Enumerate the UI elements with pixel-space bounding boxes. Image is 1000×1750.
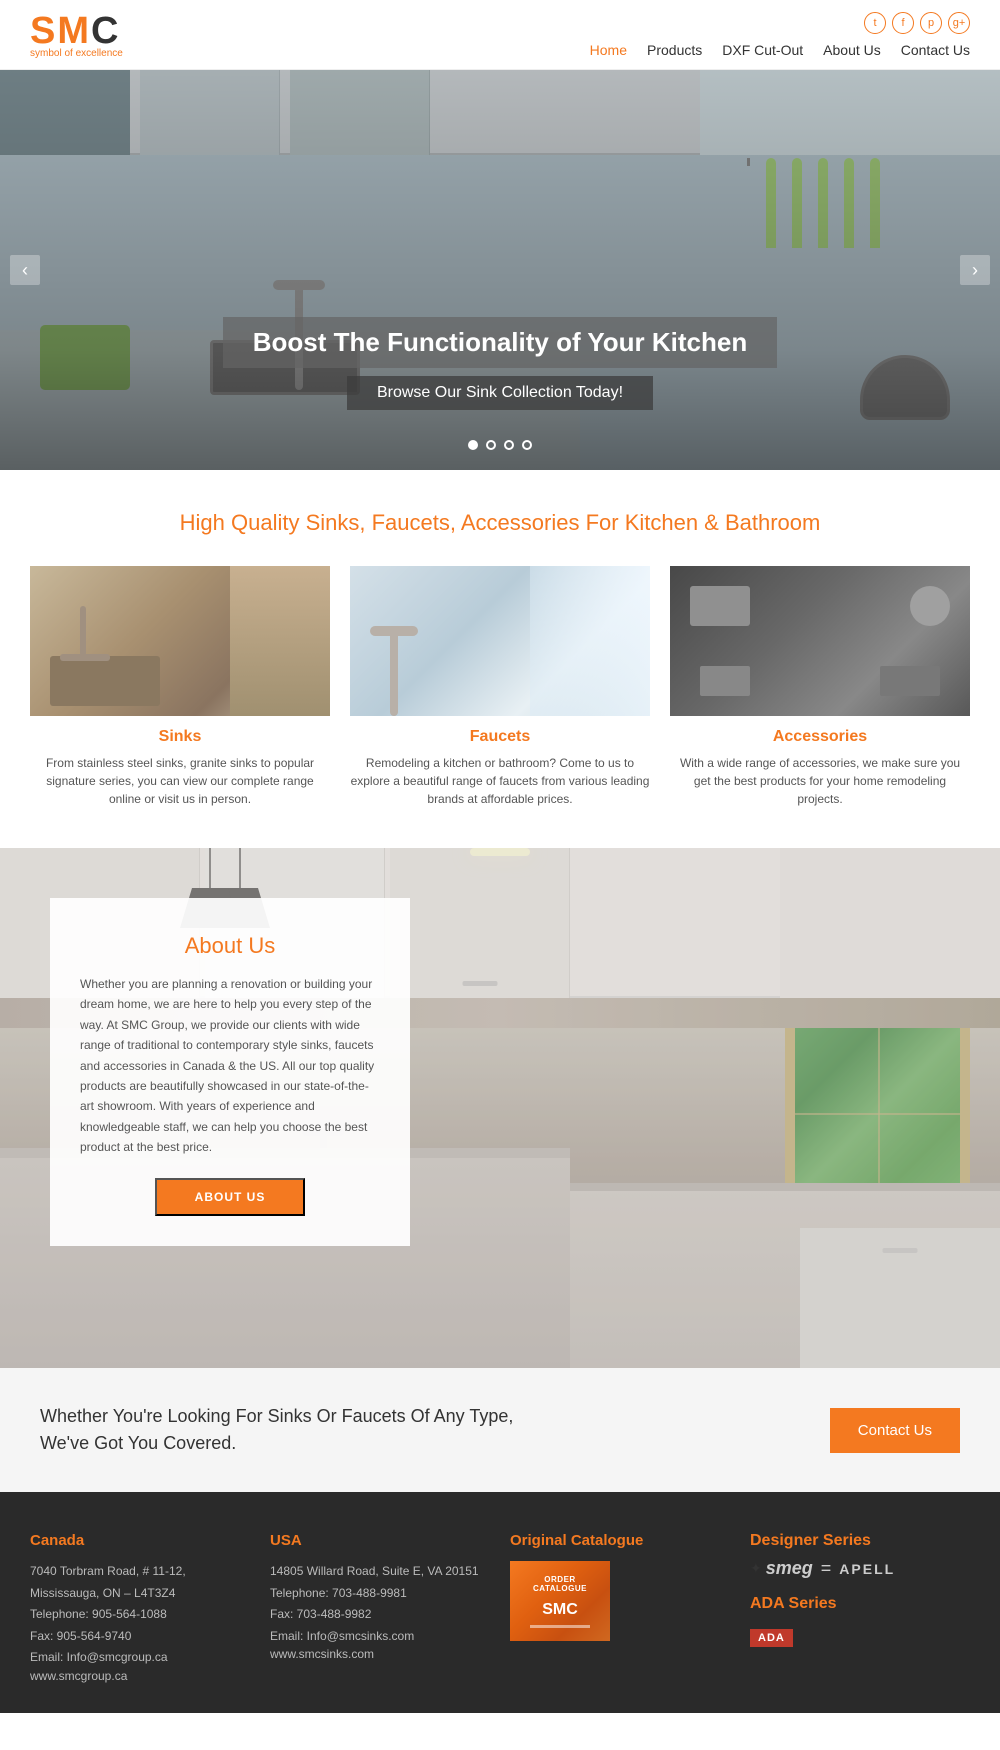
product-card-accessories: Accessories With a wide range of accesso… <box>670 566 970 808</box>
faucets-name: Faucets <box>350 728 650 746</box>
apell-text: APELL <box>839 1561 895 1577</box>
google-plus-icon[interactable]: g+ <box>948 12 970 34</box>
logo-subtitle: symbol of excellence <box>30 48 123 59</box>
footer-usa-website[interactable]: www.smcsinks.com <box>270 1647 490 1661</box>
acc-4 <box>880 666 940 696</box>
footer-canada-email: Email: Info@smcgroup.ca <box>30 1647 250 1669</box>
about-card: About Us Whether you are planning a reno… <box>50 898 410 1246</box>
accessories-name: Accessories <box>670 728 970 746</box>
footer-usa-email: Email: Info@smcsinks.com <box>270 1626 490 1648</box>
equals-icon: = <box>821 1558 832 1579</box>
contact-us-button[interactable]: Contact Us <box>830 1408 960 1453</box>
hero-dots <box>468 440 532 450</box>
smeg-star-icon: ✦ <box>750 1560 762 1577</box>
footer-catalogue-title: Original Catalogue <box>510 1532 730 1549</box>
footer-catalogue: Original Catalogue ORDER CATALOGUE SMC <box>510 1532 730 1683</box>
accessories-image <box>670 566 970 716</box>
logo-c: C <box>91 10 120 52</box>
faucet-tall <box>390 626 398 716</box>
wood-counter <box>230 566 330 716</box>
sinks-name: Sinks <box>30 728 330 746</box>
cta-section: Whether You're Looking For Sinks Or Fauc… <box>0 1368 1000 1492</box>
acc-1 <box>690 586 750 626</box>
footer-canada-phone: Telephone: 905-564-1088 <box>30 1604 250 1626</box>
quality-section: High Quality Sinks, Faucets, Accessories… <box>0 470 1000 848</box>
designer-series-label: Designer Series <box>750 1532 970 1550</box>
hero-section: Boost The Functionality of Your Kitchen … <box>0 70 1000 470</box>
about-card-title: About Us <box>80 933 380 959</box>
nav-about[interactable]: About Us <box>823 42 881 58</box>
hero-dot-4[interactable] <box>522 440 532 450</box>
smeg-text: smeg <box>766 1558 813 1579</box>
logo: SMC symbol of excellence <box>30 10 123 59</box>
faucet-small <box>80 606 86 656</box>
acc-2 <box>910 586 950 626</box>
footer-canada-address: 7040 Torbram Road, # 11-12, Mississauga,… <box>30 1561 250 1604</box>
about-card-text: Whether you are planning a renovation or… <box>80 974 380 1158</box>
hero-subtitle-box: Browse Our Sink Collection Today! <box>347 376 653 410</box>
ada-badge: ADA <box>750 1629 793 1647</box>
facebook-icon[interactable]: f <box>892 12 914 34</box>
accessories-desc: With a wide range of accessories, we mak… <box>670 754 970 808</box>
hero-title: Boost The Functionality of Your Kitchen <box>253 327 747 358</box>
sinks-image <box>30 566 330 716</box>
hero-arrow-left[interactable]: ‹ <box>10 255 40 285</box>
footer-usa: USA 14805 Willard Road, Suite E, VA 2015… <box>270 1532 490 1683</box>
product-card-sinks: Sinks From stainless steel sinks, granit… <box>30 566 330 808</box>
social-icons: t f p g+ <box>864 12 970 34</box>
main-nav: Home Products DXF Cut-Out About Us Conta… <box>590 42 970 58</box>
footer-usa-title: USA <box>270 1532 490 1549</box>
header: SMC symbol of excellence t f p g+ Home P… <box>0 0 1000 70</box>
hero-overlay <box>0 70 1000 470</box>
footer-usa-phone: Telephone: 703-488-9981 <box>270 1583 490 1605</box>
cta-text: Whether You're Looking For Sinks Or Fauc… <box>40 1403 520 1457</box>
ada-series-label: ADA Series <box>750 1595 970 1613</box>
products-grid: Sinks From stainless steel sinks, granit… <box>30 566 970 808</box>
catalogue-brand: SMC <box>542 1601 578 1619</box>
catalogue-order-text: ORDER CATALOGUE <box>518 1575 602 1593</box>
hero-dot-1[interactable] <box>468 440 478 450</box>
footer-usa-address: 14805 Willard Road, Suite E, VA 20151 <box>270 1561 490 1583</box>
faucets-image <box>350 566 650 716</box>
product-card-faucets: Faucets Remodeling a kitchen or bathroom… <box>350 566 650 808</box>
sinks-desc: From stainless steel sinks, granite sink… <box>30 754 330 808</box>
faucet-arch <box>370 626 418 636</box>
sink-bowl <box>50 656 160 706</box>
hero-image: Boost The Functionality of Your Kitchen … <box>0 70 1000 470</box>
logo-text: SMC <box>30 10 123 53</box>
footer-canada-fax: Fax: 905-564-9740 <box>30 1626 250 1648</box>
nav-home[interactable]: Home <box>590 42 627 58</box>
header-right: t f p g+ Home Products DXF Cut-Out About… <box>590 12 970 58</box>
nav-dxf-cutout[interactable]: DXF Cut-Out <box>722 42 803 58</box>
hero-dot-2[interactable] <box>486 440 496 450</box>
faucet-neck-small <box>60 654 110 661</box>
hero-dot-3[interactable] <box>504 440 514 450</box>
catalogue-line <box>530 1625 590 1628</box>
footer-brands: Designer Series ✦ smeg = APELL ADA Serie… <box>750 1532 970 1683</box>
hero-text-area: Boost The Functionality of Your Kitchen … <box>0 317 1000 410</box>
nav-products[interactable]: Products <box>647 42 702 58</box>
hero-arrow-right[interactable]: › <box>960 255 990 285</box>
hero-subtitle: Browse Our Sink Collection Today! <box>377 384 623 402</box>
quality-title: High Quality Sinks, Faucets, Accessories… <box>30 510 970 536</box>
about-section: About Us Whether you are planning a reno… <box>0 848 1000 1368</box>
about-button[interactable]: ABOUT US <box>155 1178 305 1216</box>
window-bg <box>530 566 650 716</box>
footer-canada: Canada 7040 Torbram Road, # 11-12, Missi… <box>30 1532 250 1683</box>
catalogue-image[interactable]: ORDER CATALOGUE SMC <box>510 1561 610 1641</box>
faucets-desc: Remodeling a kitchen or bathroom? Come t… <box>350 754 650 808</box>
twitter-icon[interactable]: t <box>864 12 886 34</box>
acc-3 <box>700 666 750 696</box>
footer-canada-website[interactable]: www.smcgroup.ca <box>30 1669 250 1683</box>
footer: Canada 7040 Torbram Road, # 11-12, Missi… <box>0 1492 1000 1713</box>
pinterest-icon[interactable]: p <box>920 12 942 34</box>
hero-title-box: Boost The Functionality of Your Kitchen <box>223 317 777 368</box>
footer-usa-fax: Fax: 703-488-9982 <box>270 1604 490 1626</box>
footer-canada-title: Canada <box>30 1532 250 1549</box>
nav-contact[interactable]: Contact Us <box>901 42 970 58</box>
smeg-logo: ✦ smeg = APELL <box>750 1558 970 1579</box>
